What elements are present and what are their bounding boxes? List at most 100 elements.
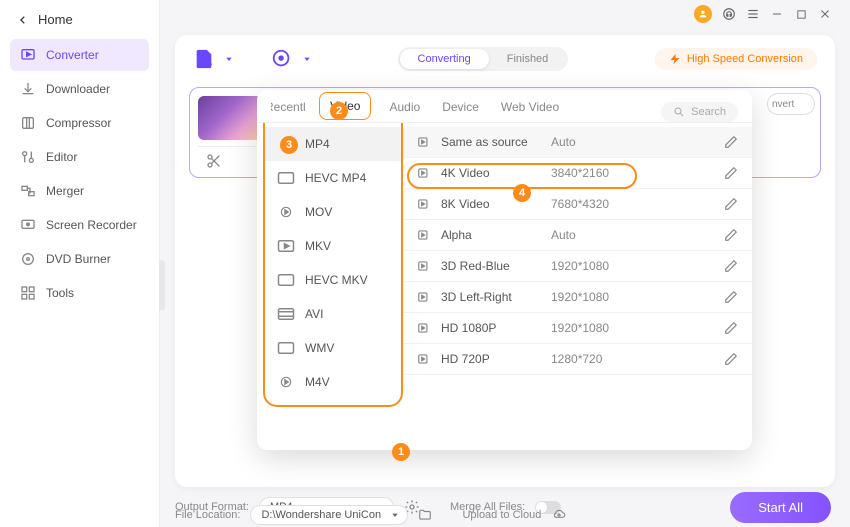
- file-location-select[interactable]: D:\Wondershare UniConverter 1: [250, 505, 408, 525]
- edit-icon[interactable]: [724, 290, 738, 304]
- cut-icon[interactable]: [206, 153, 222, 169]
- format-item-mov[interactable]: MOV: [265, 195, 401, 229]
- tools-icon: [20, 285, 36, 301]
- sidebar-item-label: Compressor: [46, 116, 111, 130]
- sidebar-item-label: Downloader: [46, 82, 110, 96]
- format-icon: [277, 205, 295, 219]
- high-speed-conversion-button[interactable]: High Speed Conversion: [655, 48, 817, 70]
- annotation-badge-2: 2: [330, 102, 348, 120]
- sidebar-item-screen-recorder[interactable]: Screen Recorder: [10, 209, 149, 241]
- start-all-button[interactable]: Start All: [730, 492, 831, 523]
- maximize-button[interactable]: [794, 7, 808, 21]
- format-icon: [277, 171, 295, 185]
- menu-icon[interactable]: [746, 7, 760, 21]
- play-icon: [417, 259, 431, 273]
- window-bar: [694, 0, 850, 28]
- resolution-item-hd-1080p[interactable]: HD 1080P 1920*1080: [403, 313, 752, 344]
- sidebar-item-editor[interactable]: Editor: [10, 141, 149, 173]
- sidebar: Home Converter Downloader Compressor Edi…: [0, 0, 160, 527]
- format-item-hevc-mkv[interactable]: HEVC MKV: [265, 263, 401, 297]
- sidebar-item-downloader[interactable]: Downloader: [10, 73, 149, 105]
- tab-device[interactable]: Device: [438, 92, 483, 122]
- edit-icon[interactable]: [724, 352, 738, 366]
- annotation-badge-4: 4: [513, 184, 531, 202]
- play-icon: [417, 290, 431, 304]
- tab-finished[interactable]: Finished: [489, 49, 567, 69]
- close-button[interactable]: [818, 7, 832, 21]
- edit-icon[interactable]: [724, 135, 738, 149]
- format-item-wmv[interactable]: WMV: [265, 331, 401, 365]
- tab-converting[interactable]: Converting: [400, 49, 489, 69]
- play-icon: [417, 352, 431, 366]
- svg-text:+: +: [206, 59, 212, 70]
- edit-icon[interactable]: [724, 166, 738, 180]
- high-speed-label: High Speed Conversion: [687, 53, 803, 65]
- resolution-item-3d-red-blue[interactable]: 3D Red-Blue 1920*1080: [403, 251, 752, 282]
- upload-label: Upload to Cloud: [462, 509, 541, 521]
- sidebar-item-label: Screen Recorder: [46, 218, 137, 232]
- sidebar-item-merger[interactable]: Merger: [10, 175, 149, 207]
- status-toggle: Converting Finished: [398, 47, 569, 71]
- screen-recorder-icon: [20, 217, 36, 233]
- downloader-icon: [20, 81, 36, 97]
- format-icon: [277, 375, 295, 389]
- dvd-burner-icon: [20, 251, 36, 267]
- file-location-label: File Location:: [175, 509, 240, 521]
- sidebar-item-label: Merger: [46, 184, 84, 198]
- annotation-badge-3: 3: [280, 136, 298, 154]
- resolution-item-4k[interactable]: 4K Video 3840*2160: [403, 158, 752, 189]
- lightning-icon: [669, 53, 681, 65]
- edit-icon[interactable]: [724, 197, 738, 211]
- play-icon: [417, 197, 431, 211]
- resolution-item-same-as-source[interactable]: Same as source Auto: [403, 127, 752, 158]
- sidebar-item-label: Editor: [46, 150, 77, 164]
- editor-icon: [20, 149, 36, 165]
- add-file-button[interactable]: +: [193, 48, 215, 70]
- chevron-left-icon: [18, 15, 28, 25]
- chevron-down-icon[interactable]: [225, 55, 233, 63]
- sidebar-item-label: Tools: [46, 286, 74, 300]
- chevron-down-icon[interactable]: [303, 55, 311, 63]
- sidebar-item-label: Converter: [46, 48, 99, 62]
- user-avatar[interactable]: [694, 5, 712, 23]
- edit-icon[interactable]: [724, 259, 738, 273]
- format-search[interactable]: Search: [661, 102, 738, 122]
- format-item-hevc-mp4[interactable]: HEVC MP4: [265, 161, 401, 195]
- resolution-item-3d-left-right[interactable]: 3D Left-Right 1920*1080: [403, 282, 752, 313]
- video-thumbnail: [198, 96, 264, 140]
- cloud-icon[interactable]: [551, 508, 567, 522]
- tab-audio[interactable]: Audio: [385, 92, 424, 122]
- expand-handle[interactable]: [159, 260, 165, 310]
- resolution-item-alpha[interactable]: Alpha Auto: [403, 220, 752, 251]
- support-icon[interactable]: [722, 7, 736, 21]
- home-header[interactable]: Home: [0, 0, 159, 35]
- format-icon: [277, 341, 295, 355]
- convert-ghost-button[interactable]: nvert: [767, 93, 815, 115]
- edit-icon[interactable]: [724, 321, 738, 335]
- minimize-button[interactable]: [770, 7, 784, 21]
- annotation-badge-1: 1: [392, 443, 410, 461]
- play-icon: [417, 321, 431, 335]
- tab-recently[interactable]: Recently: [271, 92, 305, 122]
- play-icon: [417, 166, 431, 180]
- folder-icon[interactable]: [418, 508, 432, 522]
- main-toolbar: + Converting Finished High Speed Convers…: [175, 35, 835, 83]
- format-icon: [277, 307, 295, 321]
- format-item-m4v[interactable]: M4V: [265, 365, 401, 399]
- resolution-item-8k[interactable]: 8K Video 7680*4320: [403, 189, 752, 220]
- sidebar-item-converter[interactable]: Converter: [10, 39, 149, 71]
- sidebar-item-dvd-burner[interactable]: DVD Burner: [10, 243, 149, 275]
- resolution-item-hd-720p[interactable]: HD 720P 1280*720: [403, 344, 752, 375]
- add-dvd-button[interactable]: [271, 48, 293, 70]
- chevron-down-icon: [391, 511, 399, 519]
- tab-web-video[interactable]: Web Video: [497, 92, 563, 122]
- sidebar-item-compressor[interactable]: Compressor: [10, 107, 149, 139]
- format-item-mkv[interactable]: MKV: [265, 229, 401, 263]
- sidebar-item-label: DVD Burner: [46, 252, 111, 266]
- edit-icon[interactable]: [724, 228, 738, 242]
- resolution-list: Same as source Auto 4K Video 3840*2160 8…: [403, 123, 752, 407]
- home-label: Home: [38, 12, 73, 27]
- sidebar-item-tools[interactable]: Tools: [10, 277, 149, 309]
- play-icon: [417, 228, 431, 242]
- format-item-avi[interactable]: AVI: [265, 297, 401, 331]
